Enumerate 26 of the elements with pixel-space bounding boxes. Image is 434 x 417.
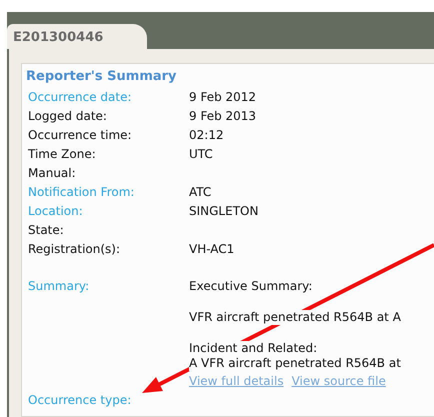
field-value: UTC (189, 147, 214, 162)
field-label: Summary: (28, 279, 90, 295)
field-label: Manual: (28, 166, 77, 181)
field-label: Occurrence date: (28, 90, 133, 105)
summary-text: Executive Summary: (189, 279, 312, 294)
record-tab[interactable]: E201300446 (7, 24, 147, 49)
field-value: SINGLETON (189, 204, 260, 219)
summary-text: Incident and Related: (189, 341, 318, 356)
field-label: Time Zone: (28, 147, 97, 162)
view-link[interactable]: View source file (292, 374, 386, 389)
view-link[interactable]: View full details (189, 374, 284, 389)
field-label: State: (28, 223, 65, 238)
field-label: Occurrence time: (28, 128, 133, 143)
field-value: 9 Feb 2012 (189, 90, 258, 105)
field-label: Logged date: (28, 109, 108, 124)
field-label: Location: (28, 204, 84, 219)
field-value: 9 Feb 2013 (189, 109, 258, 124)
field-label: Registration(s): (28, 242, 122, 257)
summary-text: VFR aircraft penetrated R564B at A (189, 310, 401, 325)
field-value: ATC (189, 185, 212, 200)
field-label: Notification From: (28, 185, 136, 200)
field-label: Occurrence type: (28, 393, 132, 408)
summary-text: A VFR aircraft penetrated R564B at (189, 356, 401, 371)
field-value: 02:12 (189, 128, 225, 143)
section-title: Reporter's Summary (26, 69, 178, 84)
field-value: VH-AC1 (189, 242, 236, 257)
